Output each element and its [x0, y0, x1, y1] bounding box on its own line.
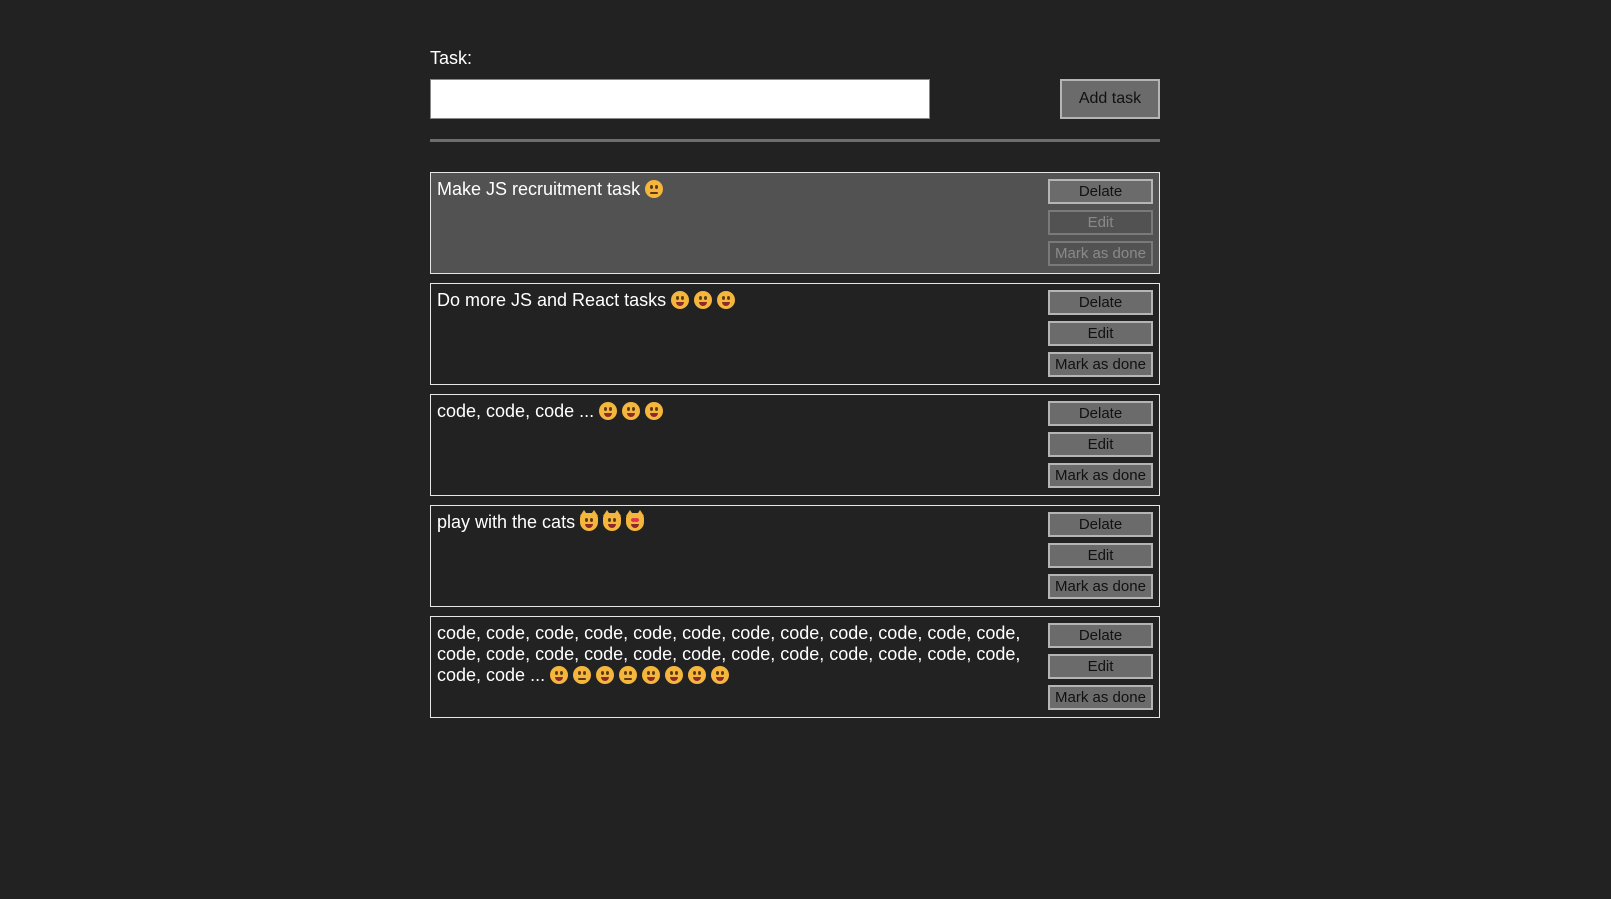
sweat-smile-face-icon: [711, 666, 730, 684]
task-list: Make JS recruitment task Delate Edit Mar…: [430, 172, 1160, 718]
task-actions: Delate Edit Mark as done: [1048, 401, 1153, 488]
task-label: Task:: [430, 48, 473, 68]
divider: [430, 139, 1160, 142]
smiling-face-icon: [671, 291, 690, 309]
task-item: Do more JS and React tasks Delate Edit M…: [430, 283, 1160, 385]
heart-eyes-cat-icon: [626, 510, 645, 531]
task-text-content: Make JS recruitment task: [437, 179, 641, 199]
delete-button[interactable]: Delate: [1048, 179, 1153, 204]
task-actions: Delate Edit Mark as done: [1048, 290, 1153, 377]
delete-button[interactable]: Delate: [1048, 401, 1153, 426]
delete-button[interactable]: Delate: [1048, 623, 1153, 648]
edit-button[interactable]: Edit: [1048, 321, 1153, 346]
task-item: code, code, code, code, code, code, code…: [430, 616, 1160, 718]
edit-button[interactable]: Edit: [1048, 210, 1153, 235]
task-input-row: Add task: [430, 79, 1160, 119]
grinning-face-icon: [599, 402, 618, 420]
grinning-face-icon: [622, 402, 641, 420]
task-actions: Delate Edit Mark as done: [1048, 623, 1153, 710]
edit-button[interactable]: Edit: [1048, 543, 1153, 568]
blank-face-icon: [573, 666, 592, 684]
smiling-face-icon: [717, 291, 736, 309]
edit-button[interactable]: Edit: [1048, 654, 1153, 679]
edit-button[interactable]: Edit: [1048, 432, 1153, 457]
cat-face-icon: [603, 510, 622, 531]
grinning-face-icon: [665, 666, 684, 684]
mark-as-done-button[interactable]: Mark as done: [1048, 685, 1153, 710]
eye-roll-face-icon: [619, 666, 638, 684]
mark-as-done-button[interactable]: Mark as done: [1048, 241, 1153, 266]
task-text: code, code, code, code, code, code, code…: [437, 623, 1027, 686]
task-text-content: play with the cats: [437, 512, 576, 532]
todo-app: Task: Add task Make JS recruitment task …: [430, 46, 1160, 727]
mark-as-done-button[interactable]: Mark as done: [1048, 352, 1153, 377]
task-item: code, code, code ... Delate Edit Mark as…: [430, 394, 1160, 496]
cat-face-icon: [580, 510, 599, 531]
upside-down-face-icon: [596, 666, 615, 684]
add-task-button[interactable]: Add task: [1060, 79, 1160, 119]
task-actions: Delate Edit Mark as done: [1048, 179, 1153, 266]
task-text-content: Do more JS and React tasks: [437, 290, 667, 310]
task-actions: Delate Edit Mark as done: [1048, 512, 1153, 599]
grinning-face-icon: [550, 666, 569, 684]
neutral-face-icon: [645, 180, 664, 198]
task-item: Make JS recruitment task Delate Edit Mar…: [430, 172, 1160, 274]
mark-as-done-button[interactable]: Mark as done: [1048, 463, 1153, 488]
dizzy-face-icon: [642, 666, 661, 684]
smiling-face-icon: [694, 291, 713, 309]
task-text: Make JS recruitment task: [437, 179, 1027, 200]
task-input[interactable]: [430, 79, 930, 119]
mark-as-done-button[interactable]: Mark as done: [1048, 574, 1153, 599]
task-text-content: code, code, code ...: [437, 401, 595, 421]
grinning-face-icon: [645, 402, 664, 420]
task-item: play with the cats Delate Edit Mark as d…: [430, 505, 1160, 607]
delete-button[interactable]: Delate: [1048, 290, 1153, 315]
delete-button[interactable]: Delate: [1048, 512, 1153, 537]
task-text: Do more JS and React tasks: [437, 290, 1027, 311]
task-text: play with the cats: [437, 510, 1027, 533]
task-text: code, code, code ...: [437, 401, 1027, 422]
grin-face-icon: [688, 666, 707, 684]
